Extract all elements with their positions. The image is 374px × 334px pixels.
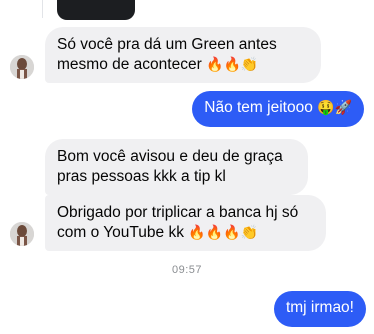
message-bubble-outgoing[interactable]: tmj irmao! bbox=[273, 291, 366, 327]
person-photo-icon bbox=[10, 55, 34, 79]
message-emojis: 🔥🔥👏 bbox=[206, 57, 259, 73]
message-bubble-outgoing[interactable]: Não tem jeitooo 🤑🚀 bbox=[192, 91, 364, 127]
person-photo-icon bbox=[10, 222, 34, 246]
message-bubble-incoming[interactable]: Obrigado por triplicar a banca hj só com… bbox=[45, 195, 326, 251]
message-emojis: 🤑🚀 bbox=[317, 100, 352, 116]
message-text: Não tem jeitooo bbox=[204, 99, 313, 116]
message-emojis: 🔥🔥🔥👏 bbox=[188, 225, 258, 241]
message-text: Obrigado por triplicar a banca hj só com… bbox=[57, 204, 299, 241]
media-preview[interactable] bbox=[57, 0, 135, 20]
avatar[interactable] bbox=[10, 222, 34, 246]
message-timestamp: 09:57 bbox=[171, 264, 203, 276]
avatar[interactable] bbox=[10, 55, 34, 79]
message-text: Bom você avisou e deu de graça pras pess… bbox=[57, 148, 283, 185]
message-bubble-incoming[interactable]: Bom você avisou e deu de graça pras pess… bbox=[45, 139, 308, 195]
thread-line bbox=[42, 0, 43, 18]
message-text: tmj irmao! bbox=[285, 299, 354, 316]
message-bubble-incoming[interactable]: Só você pra dá um Green antes mesmo de a… bbox=[45, 27, 321, 83]
